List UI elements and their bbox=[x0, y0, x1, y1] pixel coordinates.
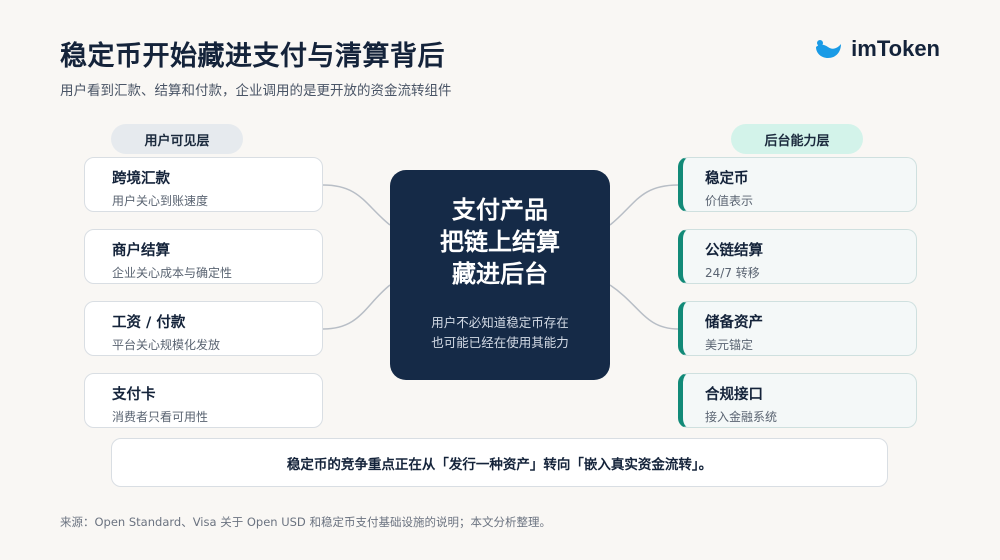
conclusion-box: 稳定币的竞争重点正在从「发行一种资产」转向「嵌入真实资金流转」。 bbox=[111, 438, 888, 487]
source-note: 来源：Open Standard、Visa 关于 Open USD 和稳定币支付… bbox=[60, 515, 551, 529]
card-desc: 企业关心成本与确定性 bbox=[112, 266, 233, 280]
card-desc: 价值表示 bbox=[705, 194, 754, 208]
center-hub: 支付产品 把链上结算 藏进后台 用户不必知道稳定币存在 也可能已经在使用其能力 bbox=[390, 170, 610, 380]
card-title: 商户结算 bbox=[112, 243, 170, 259]
card-desc: 平台关心规模化发放 bbox=[112, 338, 221, 352]
center-line-2: 把链上结算 bbox=[440, 227, 560, 256]
left-card-payment-card: 支付卡 消费者只看可用性 bbox=[84, 373, 323, 428]
center-note-1: 用户不必知道稳定币存在 bbox=[431, 315, 569, 330]
user-visible-layer-label: 用户可见层 bbox=[111, 124, 243, 154]
card-title: 公链结算 bbox=[705, 243, 763, 259]
connector-left-1 bbox=[322, 184, 391, 226]
connector-right-3 bbox=[609, 284, 679, 330]
connector-right-1 bbox=[609, 184, 679, 226]
connector-left-3 bbox=[322, 284, 391, 330]
card-title: 跨境汇款 bbox=[112, 171, 170, 187]
card-desc: 接入金融系统 bbox=[705, 410, 778, 424]
card-title: 支付卡 bbox=[112, 387, 156, 403]
left-card-merchant: 商户结算 企业关心成本与确定性 bbox=[84, 229, 323, 284]
right-card-stablecoin: 稳定币 价值表示 bbox=[678, 157, 917, 212]
card-desc: 消费者只看可用性 bbox=[112, 410, 209, 424]
center-note-2: 也可能已经在使用其能力 bbox=[431, 335, 569, 350]
card-desc: 24/7 转移 bbox=[705, 266, 760, 280]
left-card-cross-border: 跨境汇款 用户关心到账速度 bbox=[84, 157, 323, 212]
right-card-chain-settlement: 公链结算 24/7 转移 bbox=[678, 229, 917, 284]
center-line-3: 藏进后台 bbox=[452, 259, 548, 288]
card-title: 合规接口 bbox=[705, 387, 763, 403]
card-desc: 美元锚定 bbox=[705, 338, 754, 352]
center-line-1: 支付产品 bbox=[452, 195, 548, 224]
card-title: 工资 / 付款 bbox=[112, 315, 186, 331]
conclusion-text: 稳定币的竞争重点正在从「发行一种资产」转向「嵌入真实资金流转」。 bbox=[286, 456, 713, 473]
right-card-compliance: 合规接口 接入金融系统 bbox=[678, 373, 917, 428]
backend-layer-label: 后台能力层 bbox=[731, 124, 863, 154]
card-desc: 用户关心到账速度 bbox=[112, 194, 209, 208]
card-title: 稳定币 bbox=[705, 171, 749, 187]
left-card-payroll: 工资 / 付款 平台关心规模化发放 bbox=[84, 301, 323, 356]
card-title: 储备资产 bbox=[705, 315, 763, 331]
right-card-reserves: 储备资产 美元锚定 bbox=[678, 301, 917, 356]
